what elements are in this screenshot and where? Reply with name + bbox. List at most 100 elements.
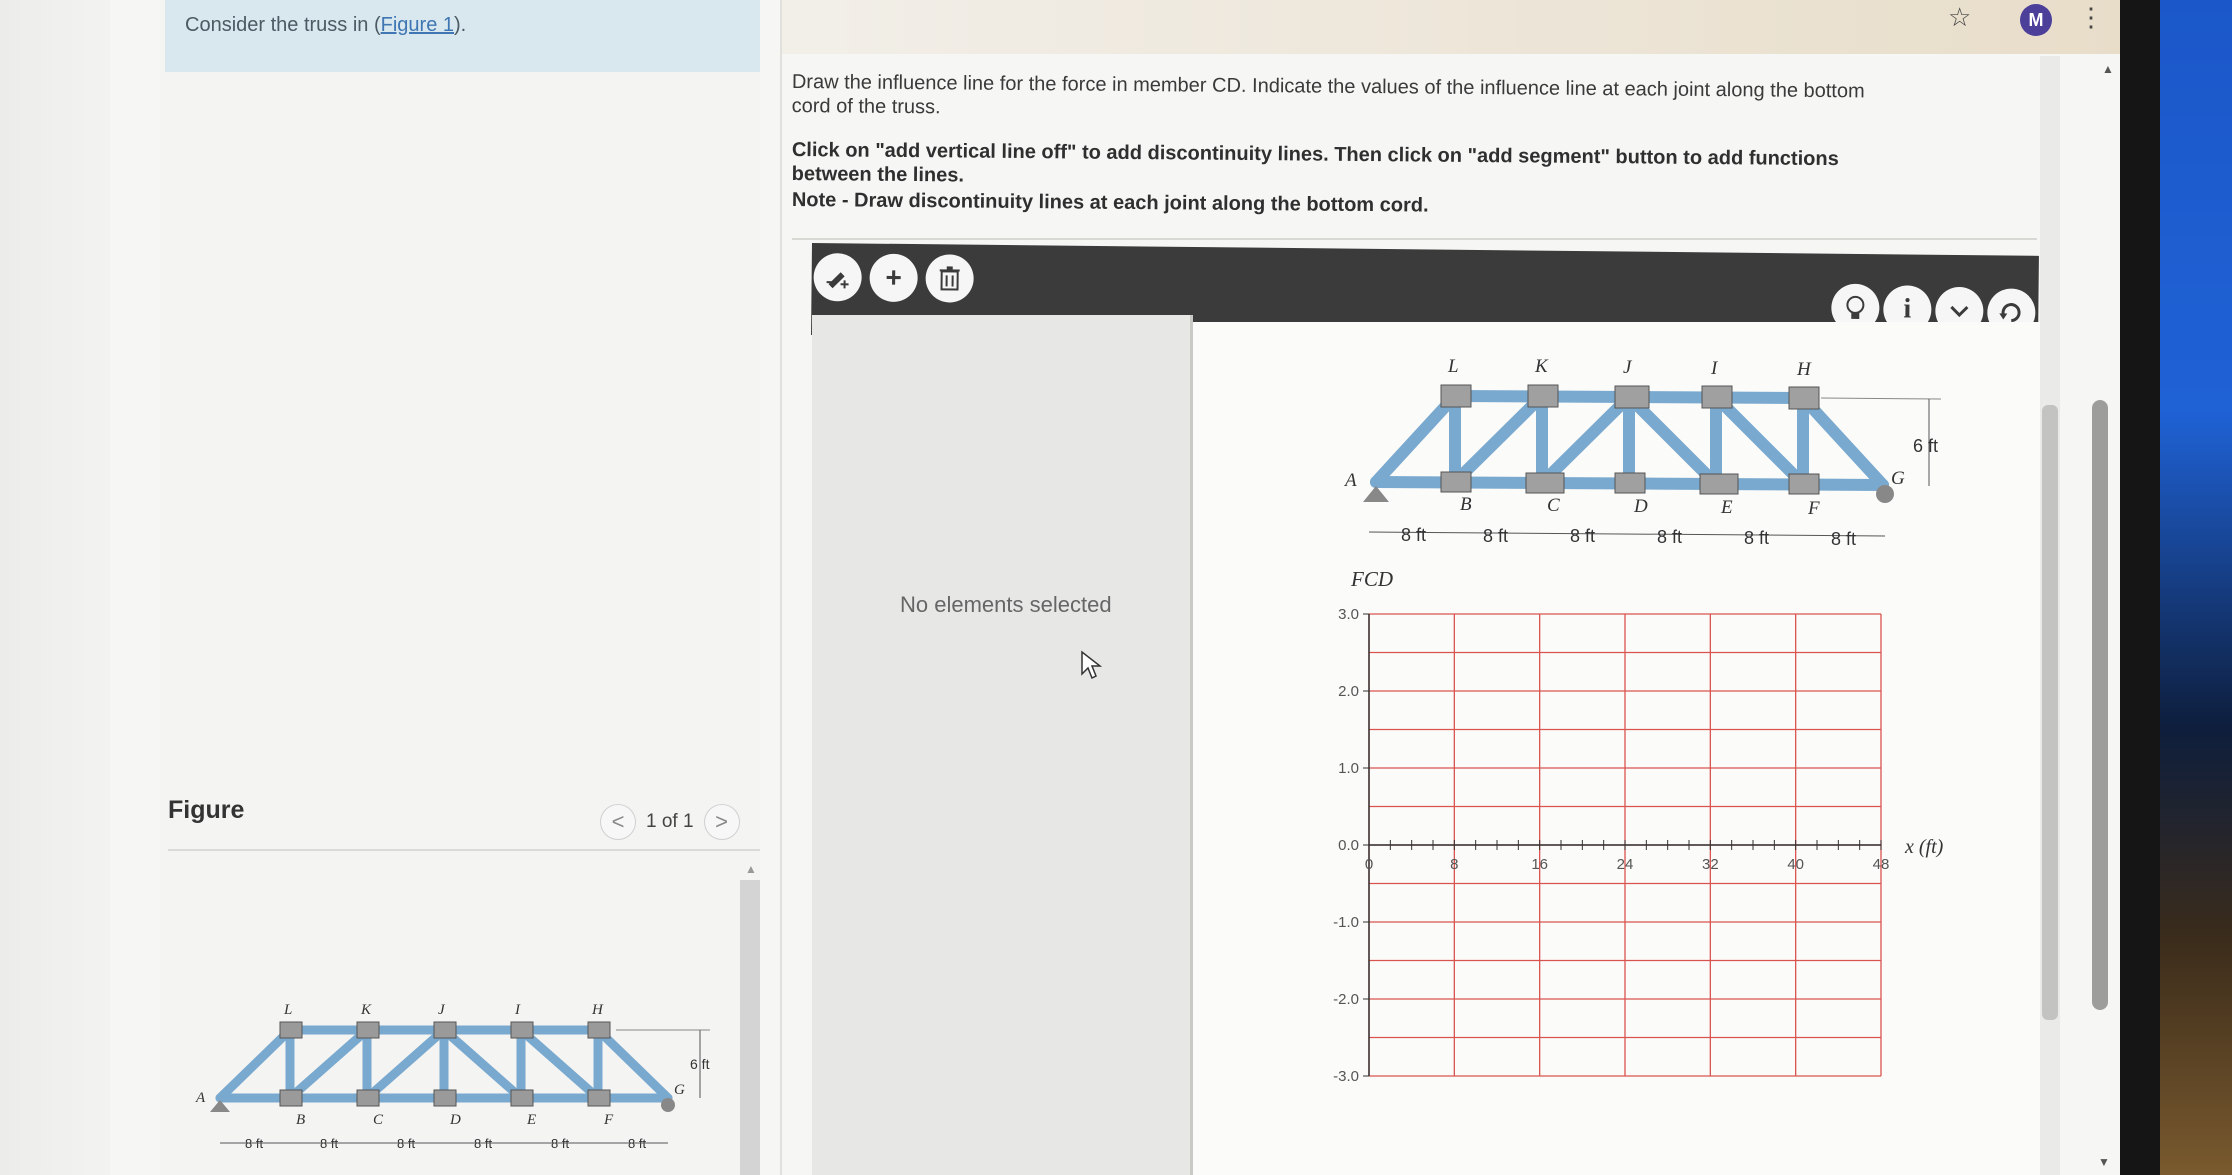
photo-shell: ☆ M ⋮ Consider the truss in (Figure 1). … [0, 0, 2232, 1175]
joint-label-K: K [360, 1002, 372, 1018]
truss-members [215, 1025, 673, 1103]
monitor-bezel-right [2120, 0, 2160, 1175]
figure-pager: < 1 of 1 > [600, 804, 740, 840]
browser-toolbar [780, 0, 2120, 54]
figure-title: Figure [168, 796, 245, 824]
influence-line-graph[interactable]: L K J I H B C D E F A G 6 ft 8 ft 8 ft 8… [1193, 322, 2040, 1175]
joint-label-H: H [591, 1002, 604, 1018]
add-segment-button[interactable]: + [869, 253, 918, 303]
panel-divider [780, 0, 782, 1175]
monitor-bezel-left [0, 0, 110, 1175]
y-tick-label: 1.0 [1338, 760, 1359, 777]
x-tick-label: 48 [1873, 856, 1890, 873]
prev-figure-button[interactable]: < [600, 804, 636, 840]
x-axis-label: x (ft) [1904, 836, 1944, 858]
y-tick-label: -2.0 [1333, 991, 1359, 1008]
graph-span-label: 8 ft [1744, 528, 1769, 548]
trash-icon [939, 266, 960, 291]
graph-axes: 3.0 2.0 1.0 0.0 -1.0 -2.0 -3.0 0 8 16 24 32 40 48 [1333, 606, 1889, 1085]
chevron-left-icon: < [611, 809, 625, 834]
joint-label-E: E [526, 1112, 536, 1128]
graph-joint-label-F: F [1807, 498, 1820, 519]
graph-span-label: 8 ft [1483, 526, 1508, 546]
graph-joint-label-E: E [1720, 497, 1733, 518]
figure-divider [168, 849, 760, 851]
figure-link[interactable]: Figure 1 [381, 14, 454, 36]
scroll-up-icon[interactable]: ▲ [2102, 62, 2114, 76]
y-tick-label: -3.0 [1333, 1068, 1359, 1085]
graph-span-label: 8 ft [1657, 527, 1682, 547]
graph-truss-diagram: L K J I H B C D E F A G 6 ft 8 ft 8 ft 8… [1343, 356, 1942, 549]
x-tick-label: 8 [1450, 856, 1458, 873]
joint-label-B: B [296, 1112, 305, 1128]
graph-span-dimensions: 8 ft 8 ft 8 ft 8 ft 8 ft 8 ft [1401, 525, 1856, 549]
x-tick-label: 16 [1531, 856, 1548, 873]
star-icon[interactable]: ☆ [1948, 2, 1971, 33]
graph-joint-label-C: C [1547, 495, 1560, 516]
properties-panel [812, 315, 1193, 1175]
joint-label-G: G [674, 1082, 685, 1098]
pager-count: 1 of 1 [646, 811, 694, 832]
graph-span-label: 8 ft [1570, 526, 1595, 546]
roller-support [661, 1098, 675, 1112]
x-tick-label: 40 [1787, 856, 1804, 873]
avatar-letter: M [2028, 9, 2044, 30]
y-tick-label: 3.0 [1338, 606, 1359, 623]
graph-joint-label-B: B [1460, 494, 1472, 515]
graph-span-label: 8 ft [1831, 529, 1856, 549]
mouse-cursor-icon [1081, 650, 1102, 680]
instruction-main: Draw the influence line for the force in… [791, 70, 1865, 119]
lightbulb-icon [1846, 295, 1865, 319]
x-tick-label: 0 [1365, 856, 1373, 873]
graph-joint-label-H: H [1796, 359, 1812, 380]
no-selection-text: No elements selected [900, 592, 1112, 617]
chevron-right-icon: > [715, 809, 728, 834]
figure-scrollbar[interactable] [740, 880, 760, 1175]
kebab-icon[interactable]: ⋮ [2078, 2, 2104, 33]
content-scrollbar-thumb[interactable] [2042, 405, 2058, 1020]
y-tick-label: 0.0 [1338, 837, 1359, 854]
plus-icon: + [885, 261, 902, 293]
joint-label-C: C [373, 1112, 384, 1128]
page-scrollbar-thumb[interactable] [2092, 400, 2108, 1010]
graph-joint-label-L: L [1447, 356, 1459, 377]
profile-avatar[interactable]: M [2020, 4, 2052, 36]
height-dimension: 6 ft [690, 1056, 710, 1072]
x-tick-label: 32 [1702, 856, 1719, 873]
graph-joint-label-I: I [1710, 358, 1719, 379]
x-tick-label: 24 [1617, 856, 1634, 873]
graph-joint-label-A: A [1343, 470, 1357, 491]
joint-label-I: I [514, 1002, 521, 1018]
y-axis-label: FCD [1350, 567, 1393, 591]
joint-label-L: L [283, 1002, 292, 1018]
instruction-separator [792, 238, 2037, 240]
delete-button[interactable] [925, 254, 974, 303]
chevron-down-icon [1950, 305, 1969, 318]
question-suffix: ). [454, 14, 467, 36]
joint-label-D: D [449, 1112, 461, 1128]
graph-pin-support [1363, 486, 1389, 502]
joint-label-A: A [195, 1090, 206, 1106]
instructions: Draw the influence line for the force in… [791, 70, 1892, 217]
graph-height-dimension: 6 ft [1913, 436, 1938, 456]
scroll-down-icon[interactable]: ▼ [2098, 1155, 2110, 1169]
y-tick-label: 2.0 [1338, 683, 1359, 700]
graph-joint-label-J: J [1623, 357, 1633, 378]
graph-joint-label-K: K [1534, 356, 1549, 377]
joint-label-J: J [438, 1002, 446, 1018]
graph-joint-label-G: G [1891, 468, 1905, 489]
pencil-plus-icon [826, 272, 849, 289]
question-text: Consider the truss in (Figure 1). [185, 14, 466, 37]
next-figure-button[interactable]: > [703, 804, 740, 840]
graph-joint-label-D: D [1633, 496, 1648, 517]
graph-span-label: 8 ft [1401, 525, 1426, 545]
figure-truss-diagram: L K J I H B C D E F A G 6 ft 8 ft 8 ft 8… [195, 1002, 710, 1151]
joint-label-F: F [603, 1112, 614, 1128]
question-prefix: Consider the truss in ( [185, 14, 381, 36]
scroll-up-icon[interactable]: ▲ [745, 862, 757, 876]
y-tick-label: -1.0 [1333, 914, 1359, 931]
instruction-click: Click on "add vertical line off" to add … [791, 138, 1839, 187]
info-icon: i [1903, 293, 1912, 325]
add-vertical-line-button[interactable] [813, 253, 862, 302]
background-desktop [2160, 0, 2232, 1175]
